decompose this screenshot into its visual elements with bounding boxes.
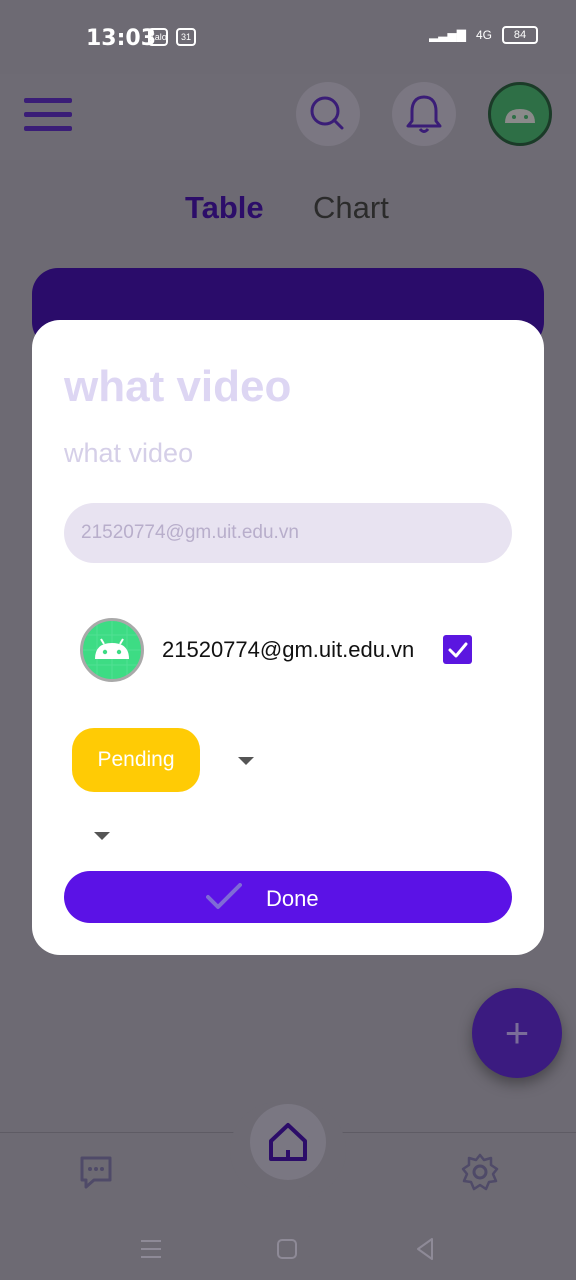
home-button[interactable] <box>250 1104 326 1180</box>
status-bar: 13:03 Zalo 31 ▂▃▅▇ 4G 84 <box>0 0 576 74</box>
chat-button[interactable] <box>76 1152 116 1192</box>
signal-icon: ▂▃▅▇ <box>429 28 466 42</box>
profile-avatar[interactable] <box>488 82 552 146</box>
tab-chart[interactable]: Chart <box>313 190 389 226</box>
network-label: 4G <box>475 28 492 42</box>
zalo-icon: Zalo <box>148 28 168 46</box>
task-dialog: what video what video 21520774@gm.uit.ed… <box>32 320 544 955</box>
done-button[interactable]: Done <box>64 871 512 923</box>
status-chip[interactable]: Pending <box>72 728 200 792</box>
menu-icon[interactable] <box>24 98 72 132</box>
android-avatar-icon <box>505 109 535 123</box>
notifications-button[interactable] <box>392 82 456 146</box>
chevron-down-icon[interactable] <box>94 832 110 840</box>
member-row[interactable]: 21520774@gm.uit.edu.vn <box>80 618 480 682</box>
status-right: ▂▃▅▇ 4G 84 <box>429 26 538 44</box>
status-time: 13:03 <box>86 26 157 51</box>
bell-icon <box>406 95 442 133</box>
top-app-bar <box>0 74 576 160</box>
home-icon <box>269 1123 307 1161</box>
email-input[interactable]: 21520774@gm.uit.edu.vn <box>64 503 512 563</box>
search-icon <box>310 96 344 130</box>
done-label: Done <box>266 886 319 911</box>
tab-table[interactable]: Table <box>185 190 264 226</box>
recents-icon[interactable] <box>136 1234 166 1264</box>
search-button[interactable] <box>296 82 360 146</box>
gear-icon <box>461 1153 499 1191</box>
settings-button[interactable] <box>460 1152 500 1192</box>
system-navigation-bar <box>0 1220 576 1280</box>
chevron-down-icon[interactable] <box>238 757 254 765</box>
status-notification-icons: Zalo 31 <box>148 28 196 46</box>
calendar-icon: 31 <box>176 28 196 46</box>
chat-icon <box>80 1156 112 1189</box>
member-checkbox[interactable] <box>443 635 472 664</box>
dialog-title: what video <box>64 362 292 411</box>
back-icon[interactable] <box>410 1234 440 1264</box>
plus-icon: + <box>504 1009 530 1056</box>
check-icon <box>448 642 467 657</box>
check-icon <box>206 883 242 909</box>
member-email: 21520774@gm.uit.edu.vn <box>162 637 415 662</box>
android-avatar-icon <box>83 621 141 679</box>
battery-icon: 84 <box>502 26 538 44</box>
dialog-subtitle: what video <box>64 438 194 468</box>
add-fab-button[interactable]: + <box>472 988 562 1078</box>
member-avatar <box>80 618 144 682</box>
home-nav-icon[interactable] <box>272 1234 302 1264</box>
